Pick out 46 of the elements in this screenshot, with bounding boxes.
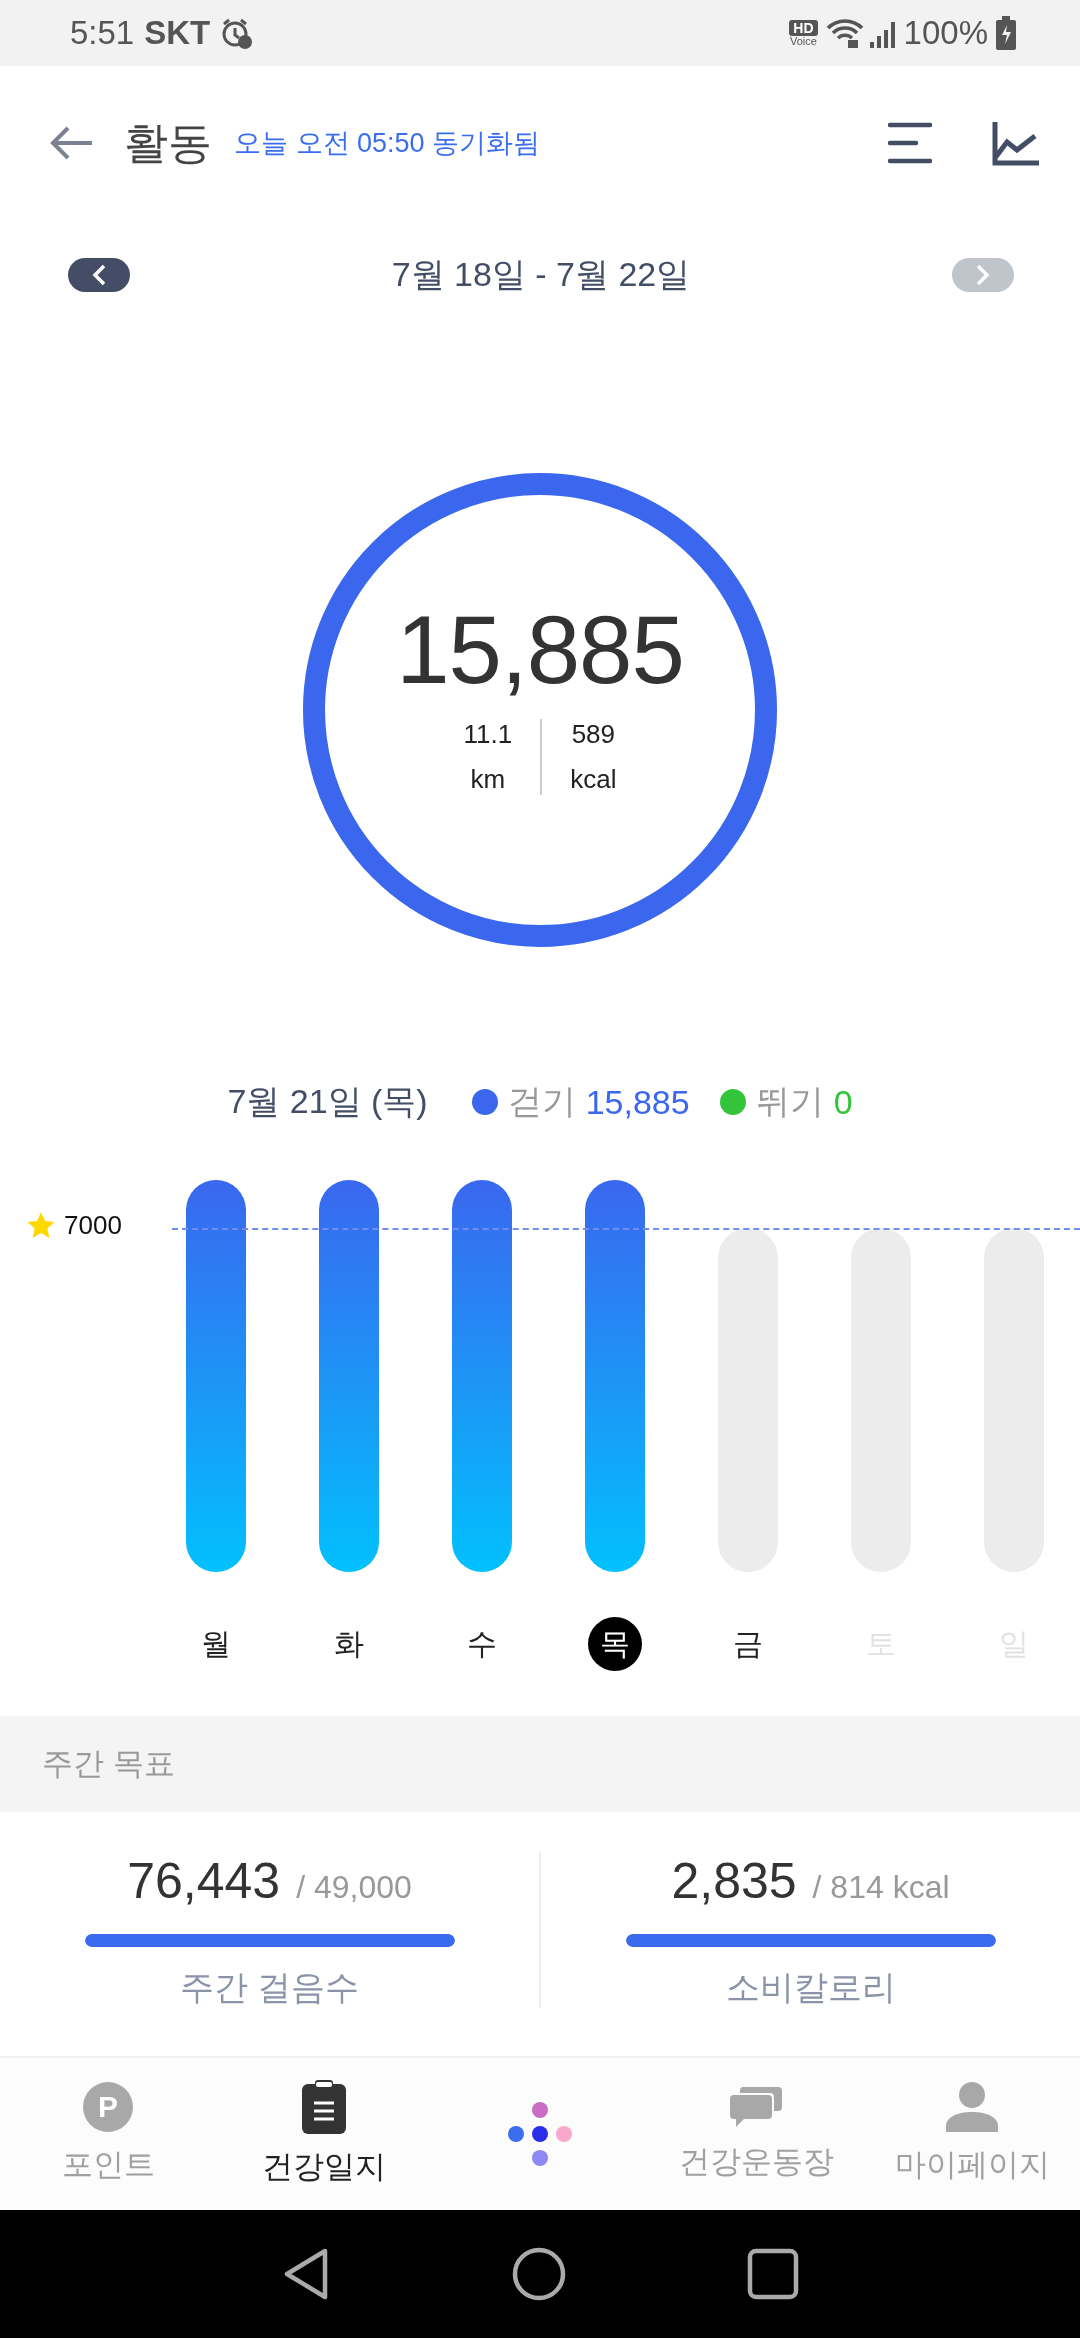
stat-value: 2,835: [671, 1852, 797, 1910]
menu-button[interactable]: [888, 121, 932, 165]
calories-unit: kcal: [570, 764, 617, 795]
stat-label: 소비칼로리: [725, 1967, 896, 2008]
legend-label: 뛰기: [755, 1081, 824, 1122]
alarm-icon: [220, 17, 253, 49]
goal-value: 7000: [64, 1210, 122, 1241]
recents-nav-button[interactable]: [747, 2248, 800, 2300]
date-range: 7월 18일 - 7월 22일: [391, 254, 691, 295]
chart-button[interactable]: [992, 120, 1040, 166]
calories-value: 589: [571, 719, 616, 750]
person-icon: [946, 2082, 998, 2132]
section-title: 주간 목표: [42, 1745, 175, 1783]
chat-icon: [730, 2085, 782, 2129]
legend-label: 걷기: [507, 1081, 576, 1122]
distance-unit: km: [470, 764, 506, 795]
stat-target: / 814 kcal: [812, 1869, 950, 1906]
weekday-label[interactable]: 금: [720, 1617, 775, 1671]
wifi-icon: [825, 18, 864, 48]
stat-label: 주간 걸음수: [179, 1967, 360, 2008]
sync-status: 오늘 오전 05:50 동기화됨: [234, 127, 542, 160]
page-title: 활동: [124, 116, 212, 169]
stat-target: / 49,000: [296, 1869, 412, 1906]
battery-charging-icon: [996, 16, 1016, 50]
weekday-label[interactable]: 목: [587, 1617, 642, 1671]
dots-menu-button[interactable]: [507, 2101, 573, 2167]
carrier-name: SKT: [144, 14, 211, 52]
battery-percent: 100%: [903, 14, 988, 52]
back-button[interactable]: [50, 125, 94, 161]
clock-time: 5:51: [70, 14, 135, 52]
legend-value: 15,885: [585, 1082, 690, 1122]
home-nav-button[interactable]: [512, 2247, 566, 2301]
weekday-label[interactable]: 수: [454, 1617, 509, 1671]
points-icon: P: [83, 2082, 133, 2132]
selected-date: 7월 21일 (목): [227, 1081, 428, 1122]
legend-value: 0: [833, 1082, 853, 1122]
previous-week-button[interactable]: [68, 258, 130, 292]
weekday-label[interactable]: 월: [188, 1617, 243, 1671]
distance-value: 11.1: [463, 719, 513, 750]
weekday-label[interactable]: 화: [321, 1617, 376, 1671]
nav-tab[interactable]: 건강일지: [216, 2080, 432, 2188]
stat-value: 76,443: [127, 1852, 281, 1910]
step-count: 15,885: [396, 595, 684, 705]
chevron-left-icon: [92, 264, 106, 286]
chevron-right-icon: [976, 264, 990, 286]
clipboard-icon: [302, 2080, 346, 2134]
